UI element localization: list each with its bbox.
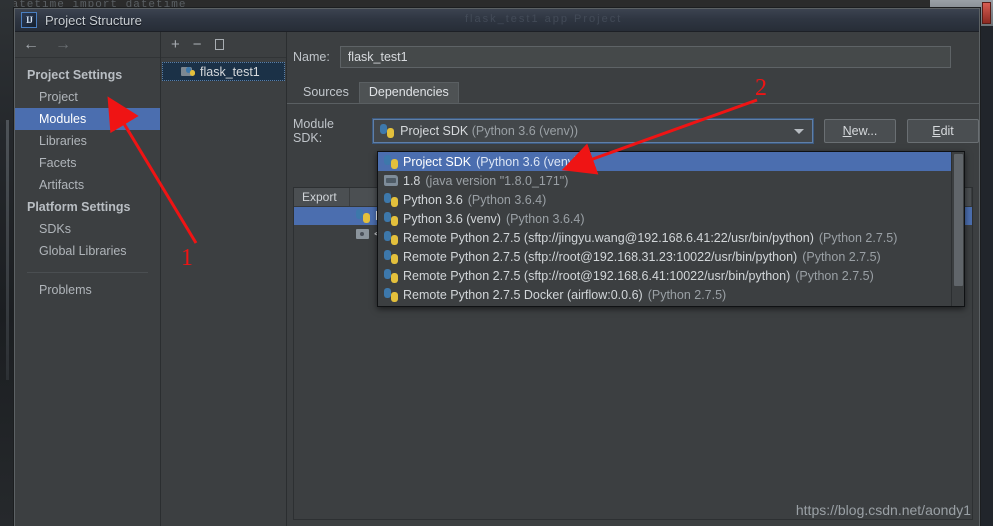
sidebar-item-artifacts[interactable]: Artifacts <box>15 174 160 196</box>
dropdown-scrollbar-thumb[interactable] <box>954 154 963 286</box>
module-list-pane: + − flask_test1 <box>161 32 287 526</box>
option-secondary: (Python 2.7.5) <box>795 268 874 283</box>
option-primary: Remote Python 2.7.5 (sftp://root@192.168… <box>403 268 791 283</box>
python-icon <box>384 249 398 264</box>
python-icon <box>384 268 398 283</box>
forward-arrow-icon[interactable]: → <box>55 36 71 53</box>
module-name-label: flask_test1 <box>200 64 260 79</box>
python-icon <box>384 211 398 226</box>
module-sdk-row: Module SDK: Project SDK (Python 3.6 (ven… <box>287 104 979 145</box>
option-primary: Remote Python 2.7.5 (sftp://jingyu.wang@… <box>403 230 814 245</box>
dropdown-option-remote-python-docker[interactable]: Remote Python 2.7.5 Docker (airflow:0.0.… <box>378 285 964 304</box>
nav-toolbar: ← → <box>15 32 160 58</box>
dropdown-option-java-18[interactable]: 1.8 (java version "1.8.0_171") <box>378 171 964 190</box>
option-primary: Project SDK <box>403 154 472 169</box>
option-secondary: (Python 2.7.5) <box>802 249 881 264</box>
module-name-input[interactable]: flask_test1 <box>339 46 951 68</box>
module-toolbar: + − <box>161 32 286 58</box>
dialog-title: Project Structure <box>45 12 142 28</box>
java-icon <box>384 175 398 186</box>
option-secondary: (Python 3.6.4) <box>467 192 547 207</box>
watermark-text: https://blog.csdn.net/aondy1 <box>795 502 971 518</box>
new-button-rest: ew... <box>851 124 878 138</box>
sidebar-item-project[interactable]: Project <box>15 86 160 108</box>
intellij-logo-icon: IJ <box>21 12 37 28</box>
sdk-dropdown-popup[interactable]: Project SDK (Python 3.6 (venv)) 1.8 (jav… <box>377 151 965 307</box>
sidebar-item-facets[interactable]: Facets <box>15 152 160 174</box>
dropdown-option-python-36[interactable]: Python 3.6 (Python 3.6.4) <box>378 190 964 209</box>
python-icon <box>356 209 370 223</box>
background-ghost-tabs: flask_test1 app Project <box>465 13 623 25</box>
dropdown-option-python-36-venv[interactable]: Python 3.6 (venv) (Python 3.6.4) <box>378 209 964 228</box>
option-primary: 1.8 <box>403 173 421 188</box>
dropdown-option-remote-python-jingyu[interactable]: Remote Python 2.7.5 (sftp://jingyu.wang@… <box>378 228 964 247</box>
tab-sources[interactable]: Sources <box>293 82 359 103</box>
sidebar-item-global-libraries[interactable]: Global Libraries <box>15 240 160 262</box>
window-close-button[interactable] <box>982 2 991 24</box>
module-tabs: Sources Dependencies <box>287 82 979 104</box>
sidebar-item-modules[interactable]: Modules <box>15 108 160 130</box>
dropdown-option-remote-python-31-23[interactable]: Remote Python 2.7.5 (sftp://root@192.168… <box>378 247 964 266</box>
remove-module-icon[interactable]: − <box>193 37 202 52</box>
name-label: Name: <box>293 50 330 64</box>
dialog-titlebar: IJ Project Structure flask_test1 app Pro… <box>15 9 979 32</box>
new-sdk-button[interactable]: New... <box>824 119 896 143</box>
option-primary: Remote Python 2.7.5 Docker (airflow:0.0.… <box>403 287 643 302</box>
column-header-export[interactable]: Export <box>294 188 350 206</box>
option-primary: Python 3.6 (venv) <box>403 211 501 226</box>
chevron-down-icon[interactable] <box>794 129 804 134</box>
copy-module-icon[interactable] <box>212 37 224 50</box>
dropdown-option-project-sdk[interactable]: Project SDK (Python 3.6 (venv)) <box>378 152 964 171</box>
dropdown-option-remote-python-6-41[interactable]: Remote Python 2.7.5 (sftp://root@192.168… <box>378 266 964 285</box>
background-left-strip <box>0 0 14 526</box>
edit-sdk-button[interactable]: Edit <box>907 119 979 143</box>
python-icon <box>384 192 398 207</box>
nav-group-project-settings: Project Settings <box>27 68 123 82</box>
tab-dependencies[interactable]: Dependencies <box>358 82 459 103</box>
nav-group-platform-settings: Platform Settings <box>27 200 131 214</box>
option-secondary: (Python 3.6 (venv)) <box>476 154 583 169</box>
python-icon <box>384 230 398 245</box>
add-module-icon[interactable]: + <box>171 37 180 52</box>
python-icon <box>384 287 398 302</box>
folder-dot-icon <box>356 229 369 239</box>
option-primary: Python 3.6 <box>403 192 463 207</box>
dropdown-scrollbar[interactable] <box>951 152 964 306</box>
list-item-module[interactable]: flask_test1 <box>162 62 285 81</box>
screenshot-root: datetime import datetime IJ Project Stru… <box>0 0 993 526</box>
option-secondary: (Python 2.7.5) <box>647 287 727 302</box>
option-primary: Remote Python 2.7.5 (sftp://root@192.168… <box>403 249 798 264</box>
option-secondary: (Python 2.7.5) <box>818 230 898 245</box>
python-icon <box>380 124 395 138</box>
nav-list: Project Settings Project Modules Librari… <box>15 58 160 301</box>
back-arrow-icon[interactable]: ← <box>23 36 39 53</box>
module-python-icon <box>181 65 195 78</box>
nav-divider <box>27 272 148 273</box>
edit-button-rest: dit <box>940 124 954 138</box>
sdk-dropdown-list: Project SDK (Python 3.6 (venv)) 1.8 (jav… <box>378 152 964 304</box>
sidebar-item-libraries[interactable]: Libraries <box>15 130 160 152</box>
sidebar-item-sdks[interactable]: SDKs <box>15 218 160 240</box>
module-sdk-selected-value: Project SDK (Python 3.6 (venv)) <box>400 124 579 138</box>
sidebar-item-problems[interactable]: Problems <box>15 279 160 301</box>
option-secondary: (java version "1.8.0_171") <box>425 173 569 188</box>
settings-nav-pane: ← → Project Settings Project Modules Lib… <box>15 32 161 526</box>
name-row: Name: flask_test1 <box>287 32 979 68</box>
option-secondary: (Python 3.6.4) <box>505 211 585 226</box>
module-sdk-label: Module SDK: <box>293 117 334 145</box>
python-icon <box>384 154 398 169</box>
module-sdk-combobox[interactable]: Project SDK (Python 3.6 (venv)) <box>372 118 814 144</box>
